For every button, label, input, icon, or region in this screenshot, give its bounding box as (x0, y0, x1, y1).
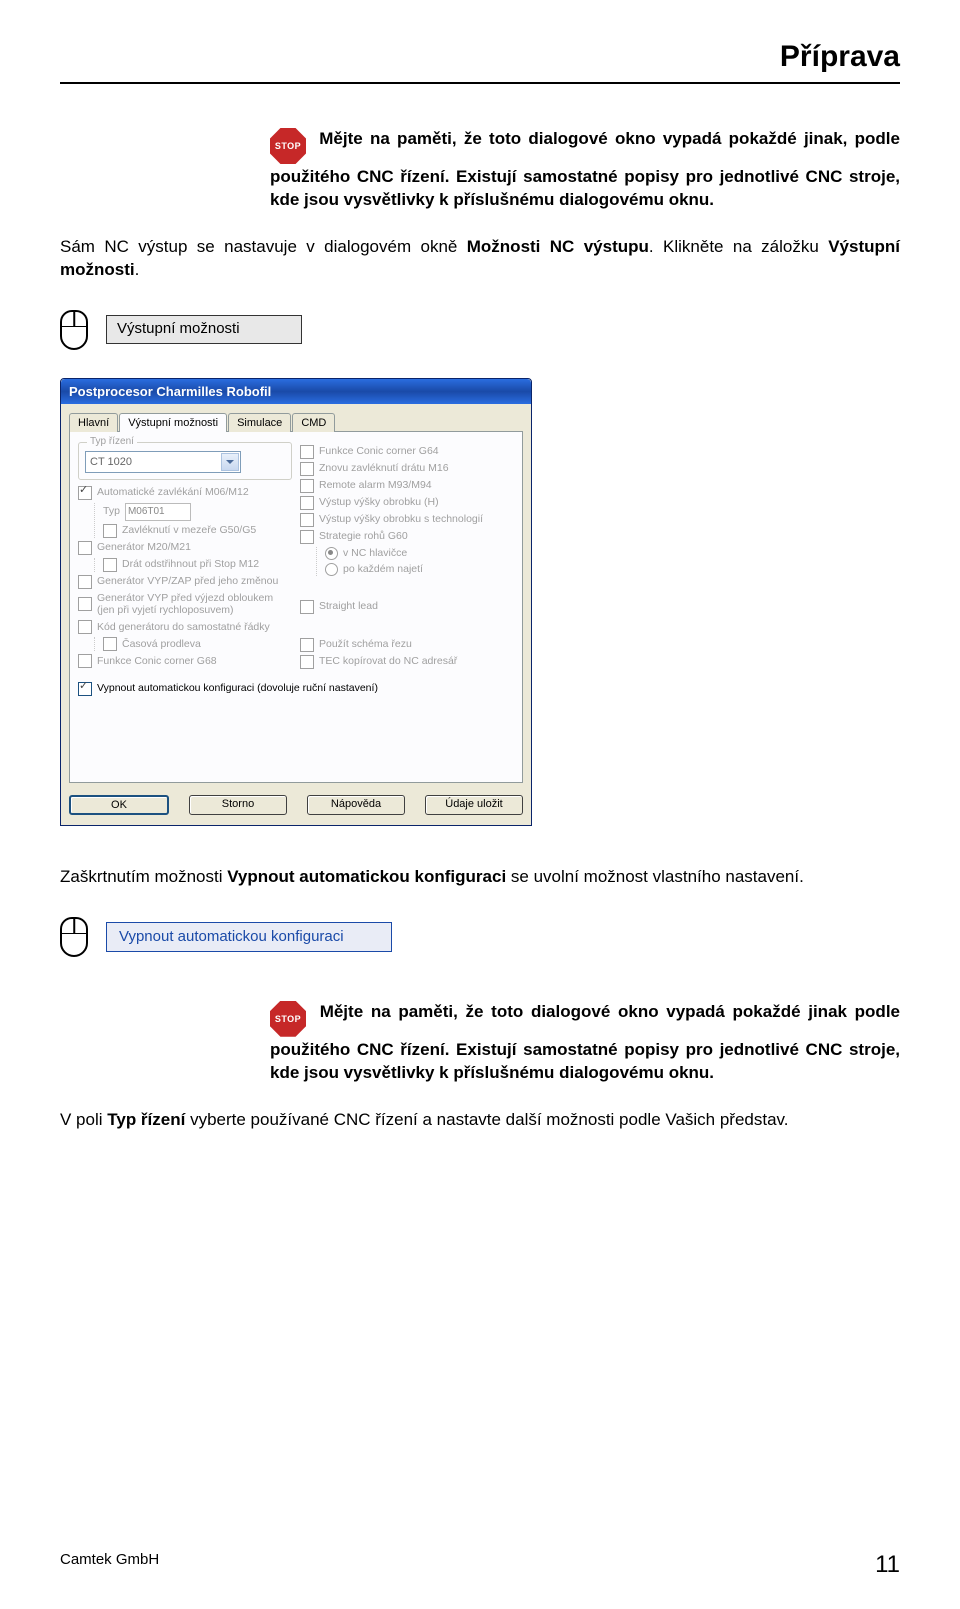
legend-typ-rizeni: Typ řízení (87, 436, 137, 447)
label-schema: Použít schéma řezu (319, 638, 412, 651)
label-remote: Remote alarm M93/M94 (319, 479, 432, 492)
label-auto-m06: Automatické zavlékání M06/M12 (97, 486, 249, 499)
dialog-button-row: OK Storno Nápověda Údaje uložit (69, 795, 523, 815)
label-casova: Časová prodleva (122, 638, 201, 651)
tab-simulace[interactable]: Simulace (228, 413, 291, 432)
checkbox-tec[interactable] (300, 655, 314, 669)
dialog-panel: Typ řízení CT 1020 Automatické zavlékání… (69, 432, 523, 783)
paragraph-2: Sám NC výstup se nastavuje v dialogovém … (60, 236, 900, 282)
checkbox-conic-g64[interactable] (300, 445, 314, 459)
dialog-left-column: Typ řízení CT 1020 Automatické zavlékání… (78, 442, 292, 672)
note2-text: Mějte na paměti, že toto dialogové okno … (270, 1002, 900, 1082)
udaje-ulozit-button[interactable]: Údaje uložit (425, 795, 523, 815)
header-rule (60, 82, 900, 84)
label-typ: Typ (103, 505, 120, 518)
label-r1: v NC hlavičce (343, 547, 407, 560)
napoveda-button[interactable]: Nápověda (307, 795, 405, 815)
checkbox-gen-vyjezd[interactable] (78, 597, 92, 611)
paragraph-3: Zaškrtnutím možnosti Vypnout automaticko… (60, 866, 900, 889)
combo-value: CT 1020 (90, 456, 132, 468)
checkbox-casova[interactable] (103, 637, 117, 651)
button-vypnout-auto-config[interactable]: Vypnout automatickou konfiguraci (106, 922, 392, 952)
click-instruction-2: Vypnout automatickou konfiguraci (60, 917, 900, 957)
checkbox-drat-stop[interactable] (103, 558, 117, 572)
checkbox-conic-g68[interactable] (78, 654, 92, 668)
p2-e: . (135, 260, 140, 279)
label-gen-vyjezd: Generátor VYP před výjezd obloukem (jen … (97, 592, 292, 617)
label-drat-stop: Drát odstřihnout při Stop M12 (122, 558, 259, 571)
p4-a: V poli (60, 1110, 107, 1129)
label-r2: po každém najetí (343, 563, 423, 576)
checkbox-gen-vypzap[interactable] (78, 575, 92, 589)
label-conic-g68: Funkce Conic corner G68 (97, 655, 217, 668)
stop-icon: STOP (270, 128, 306, 164)
p3-b: Vypnout automatickou konfiguraci (227, 867, 506, 886)
p2-b: Možnosti NC výstupu (467, 237, 649, 256)
radio-po-najeti[interactable] (325, 563, 338, 576)
label-straight: Straight lead (319, 600, 378, 613)
note-block-2: STOP Mějte na paměti, že toto dialogové … (270, 997, 900, 1085)
label-vystup-h: Výstup výšky obrobku (H) (319, 496, 439, 509)
dialog-right-column: Funkce Conic corner G64 Znovu zavléknutí… (300, 442, 514, 672)
checkbox-zavleknuti[interactable] (103, 524, 117, 538)
label-tec: TEC kopírovat do NC adresář (319, 655, 457, 668)
checkbox-znovu-m16[interactable] (300, 462, 314, 476)
label-gen-vypzap: Generátor VYP/ZAP před jeho změnou (97, 575, 278, 588)
stop-icon: STOP (270, 1001, 306, 1037)
p4-b: Typ řízení (107, 1110, 185, 1129)
checkbox-auto-m06[interactable] (78, 486, 92, 500)
tab-cmd[interactable]: CMD (292, 413, 335, 432)
page-footer: Camtek GmbH 11 (60, 1551, 900, 1579)
paragraph-4: V poli Typ řízení vyberte používané CNC … (60, 1109, 900, 1132)
storno-button[interactable]: Storno (189, 795, 287, 815)
checkbox-kod-gen[interactable] (78, 620, 92, 634)
label-vystup-tech: Výstup výšky obrobku s technologií (319, 513, 483, 526)
label-zavleknuti: Zavléknutí v mezeře G50/G5 (122, 524, 256, 537)
checkbox-gen-m20[interactable] (78, 541, 92, 555)
ok-button[interactable]: OK (69, 795, 169, 815)
label-gen-m20: Generátor M20/M21 (97, 541, 191, 554)
input-typ[interactable]: M06T01 (125, 503, 191, 521)
combo-typ-rizeni[interactable]: CT 1020 (85, 451, 241, 473)
p4-c: vyberte používané CNC řízení a nastavte … (185, 1110, 788, 1129)
mouse-icon (60, 917, 88, 957)
label-vypnout-auto-config: Vypnout automatickou konfiguraci (dovolu… (97, 682, 378, 695)
checkbox-vypnout-auto-config[interactable] (78, 682, 92, 696)
label-znovu-m16: Znovu zavléknutí drátu M16 (319, 462, 449, 475)
dialog-titlebar: Postprocesor Charmilles Robofil (61, 379, 531, 404)
dialog-tabs: Hlavní Výstupní možnosti Simulace CMD (69, 412, 523, 432)
stop-icon-label: STOP (275, 140, 301, 152)
footer-page-number: 11 (875, 1551, 900, 1579)
dialog-postprocesor: Postprocesor Charmilles Robofil Hlavní V… (60, 378, 532, 826)
label-strategie-g60: Strategie rohů G60 (319, 530, 408, 543)
mouse-icon (60, 310, 88, 350)
note1-text: Mějte na paměti, že toto dialogové okno … (270, 129, 900, 209)
note-block-1: STOP Mějte na paměti, že toto dialogové … (270, 124, 900, 212)
tab-vystupni-moznosti[interactable]: Výstupní možnosti (119, 413, 227, 432)
fieldset-typ-rizeni: Typ řízení CT 1020 (78, 442, 292, 480)
p3-a: Zaškrtnutím možnosti (60, 867, 227, 886)
checkbox-vystup-h[interactable] (300, 496, 314, 510)
stop-icon-label: STOP (275, 1013, 301, 1025)
chevron-down-icon[interactable] (221, 453, 239, 471)
p3-c: se uvolní možnost vlastního nastavení. (506, 867, 804, 886)
radio-nc-hlavicka[interactable] (325, 547, 338, 560)
checkbox-vystup-tech[interactable] (300, 513, 314, 527)
label-conic-g64: Funkce Conic corner G64 (319, 445, 439, 458)
footer-company: Camtek GmbH (60, 1551, 159, 1579)
checkbox-schema[interactable] (300, 638, 314, 652)
checkbox-straight[interactable] (300, 600, 314, 614)
label-kod-gen: Kód generátoru do samostatné řádky (97, 621, 270, 634)
checkbox-remote[interactable] (300, 479, 314, 493)
click-instruction-1: Výstupní možnosti (60, 310, 900, 350)
tab-button-vystupni-moznosti[interactable]: Výstupní možnosti (106, 315, 302, 344)
p2-c: . Klikněte na záložku (649, 237, 828, 256)
page-header-title: Příprava (60, 40, 900, 74)
tab-hlavni[interactable]: Hlavní (69, 413, 118, 432)
p2-a: Sám NC výstup se nastavuje v dialogovém … (60, 237, 467, 256)
checkbox-strategie-g60[interactable] (300, 530, 314, 544)
